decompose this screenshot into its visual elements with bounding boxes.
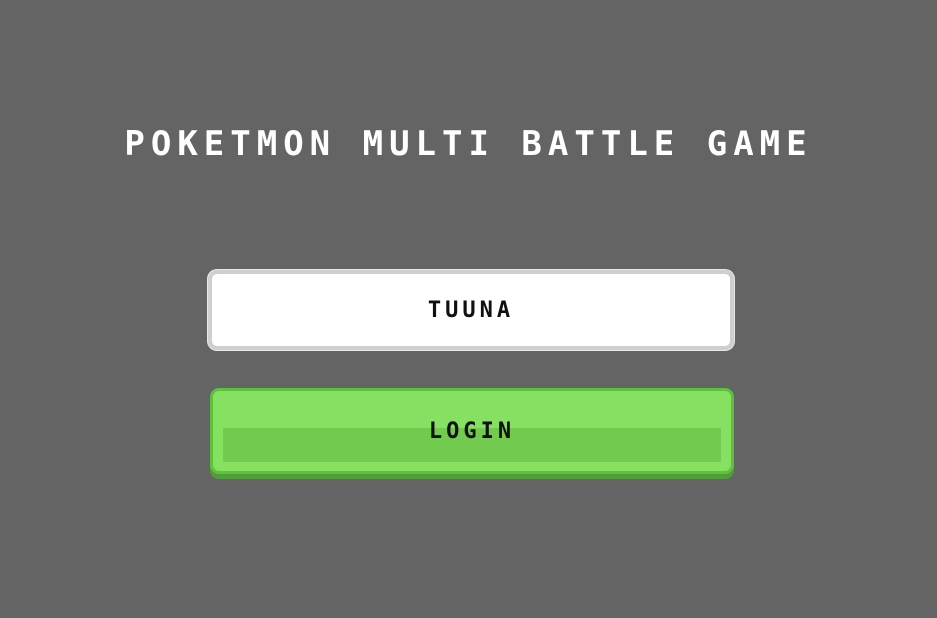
login-button-label: LOGIN bbox=[428, 419, 516, 444]
login-button[interactable]: LOGIN bbox=[210, 388, 734, 474]
name-field-frame bbox=[208, 270, 734, 350]
game-title: POKETMON MULTI BATTLE GAME bbox=[124, 124, 813, 164]
login-screen: POKETMON MULTI BATTLE GAME LOGIN bbox=[0, 0, 937, 618]
player-name-input[interactable] bbox=[212, 274, 730, 346]
